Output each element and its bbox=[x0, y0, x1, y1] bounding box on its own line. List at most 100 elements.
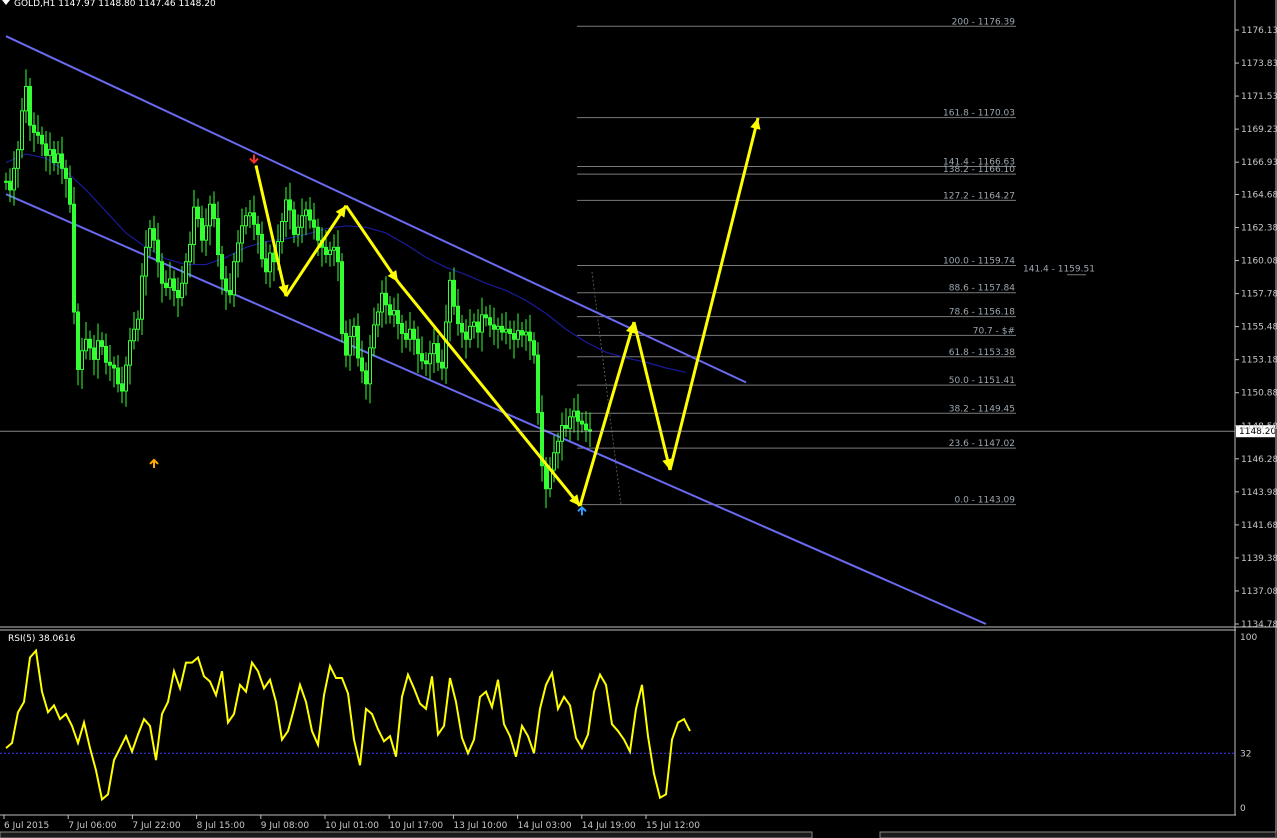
price-axis-label: 1146.28 bbox=[1241, 455, 1277, 465]
rsi-axis-label: 100 bbox=[1240, 633, 1257, 643]
candle-body bbox=[316, 226, 320, 241]
candle-body bbox=[104, 345, 108, 363]
candle-body bbox=[580, 420, 584, 425]
fib-level-label: 50.0 - 1151.41 bbox=[949, 376, 1015, 386]
candle-body bbox=[148, 228, 152, 248]
candle-body bbox=[332, 246, 336, 251]
candle-body bbox=[92, 347, 96, 360]
fib-level-label: 88.6 - 1157.84 bbox=[949, 284, 1015, 294]
fib-extra-label: 141.4 - 1159.51 bbox=[1023, 265, 1095, 275]
candle-body bbox=[284, 199, 288, 222]
candle-body bbox=[560, 424, 564, 442]
candle-body bbox=[344, 333, 348, 356]
candle-body bbox=[296, 226, 300, 235]
candle-body bbox=[520, 330, 524, 336]
candle-body bbox=[116, 367, 120, 385]
fib-level-label: 23.6 - 1147.02 bbox=[949, 439, 1015, 449]
candle-body bbox=[516, 330, 520, 340]
candle-body bbox=[52, 149, 56, 164]
candle-body bbox=[144, 246, 148, 277]
candle-body bbox=[544, 465, 548, 490]
fib-level-label: 161.8 - 1170.03 bbox=[943, 109, 1015, 119]
candle-body bbox=[72, 203, 76, 313]
candle-body bbox=[280, 220, 284, 243]
fib-level-label: 100.0 - 1159.74 bbox=[943, 256, 1015, 266]
candle-body bbox=[400, 322, 404, 335]
candle-body bbox=[252, 212, 256, 225]
candle-body bbox=[528, 331, 532, 342]
candle-body bbox=[508, 328, 512, 335]
candle-body bbox=[424, 360, 428, 365]
price-axis-label: 1139.38 bbox=[1241, 554, 1277, 564]
candle-body bbox=[372, 324, 376, 349]
scrollbar-thumb[interactable] bbox=[879, 831, 1277, 838]
horizontal-scrollbar[interactable] bbox=[0, 831, 813, 838]
candle-body bbox=[300, 215, 304, 228]
candle-body bbox=[564, 424, 568, 429]
candle-body bbox=[448, 279, 452, 323]
candle-body bbox=[472, 321, 476, 327]
price-axis-label: 1173.83 bbox=[1241, 59, 1277, 69]
candle-body bbox=[496, 325, 500, 330]
candle-body bbox=[312, 219, 316, 228]
candle-body bbox=[416, 338, 420, 355]
candle-body bbox=[420, 353, 424, 362]
candle-body bbox=[8, 180, 12, 191]
candle-body bbox=[180, 282, 184, 299]
fib-level-label: 127.2 - 1164.27 bbox=[943, 191, 1015, 201]
candle-body bbox=[440, 361, 444, 369]
candle-body bbox=[240, 225, 244, 244]
candle-body bbox=[268, 252, 272, 273]
candle-body bbox=[308, 209, 312, 221]
time-axis-label: 14 Jul 19:00 bbox=[582, 821, 636, 831]
candle-body bbox=[356, 325, 360, 359]
time-axis-label: 7 Jul 06:00 bbox=[68, 821, 117, 831]
candle-body bbox=[536, 354, 540, 414]
candle-body bbox=[12, 167, 16, 191]
candle-body bbox=[500, 325, 504, 333]
candle-body bbox=[172, 278, 176, 291]
candle-body bbox=[292, 209, 296, 235]
candle-body bbox=[376, 311, 380, 326]
candle-body bbox=[404, 333, 408, 340]
time-axis-label: 14 Jul 03:00 bbox=[518, 821, 572, 831]
candle-body bbox=[100, 340, 104, 347]
candle-body bbox=[236, 242, 240, 263]
candle-body bbox=[56, 153, 60, 164]
candle-body bbox=[224, 278, 228, 291]
candle-body bbox=[556, 440, 560, 454]
candle-body bbox=[432, 343, 436, 355]
candle-body bbox=[88, 338, 92, 349]
price-axis-label: 1166.93 bbox=[1241, 158, 1277, 168]
candle-body bbox=[548, 469, 552, 490]
time-axis-label: 9 Jul 08:00 bbox=[261, 821, 310, 831]
price-axis-label: 1160.08 bbox=[1241, 257, 1277, 267]
candle-body bbox=[460, 322, 464, 333]
candle-body bbox=[248, 212, 252, 217]
candle-body bbox=[176, 289, 180, 299]
candle-body bbox=[360, 357, 364, 372]
time-axis-label: 10 Jul 17:00 bbox=[389, 821, 443, 831]
candle-body bbox=[20, 110, 24, 151]
candle-body bbox=[196, 206, 200, 220]
candle-body bbox=[208, 203, 212, 227]
candle-body bbox=[476, 321, 480, 333]
trading-chart[interactable]: GOLD,H1 1147.97 1148.80 1147.46 1148.20 … bbox=[0, 0, 1277, 838]
candle-body bbox=[136, 318, 140, 330]
candle-body bbox=[160, 261, 164, 284]
candle-body bbox=[40, 134, 44, 145]
candle-body bbox=[120, 383, 124, 392]
candle-body bbox=[348, 335, 352, 356]
candle-body bbox=[340, 261, 344, 335]
candle-body bbox=[164, 282, 168, 289]
fib-level-label: 78.6 - 1156.18 bbox=[949, 308, 1015, 318]
chart-header-text: GOLD,H1 1147.97 1148.80 1147.46 1148.20 bbox=[14, 0, 216, 9]
candle-body bbox=[264, 258, 268, 273]
candle-body bbox=[140, 275, 144, 320]
candle-body bbox=[576, 410, 580, 422]
candle-body bbox=[32, 124, 36, 133]
candle-body bbox=[436, 343, 440, 363]
candle-body bbox=[24, 85, 28, 112]
fib-level-label: 138.2 - 1166.10 bbox=[943, 165, 1015, 175]
candle-body bbox=[524, 331, 528, 336]
